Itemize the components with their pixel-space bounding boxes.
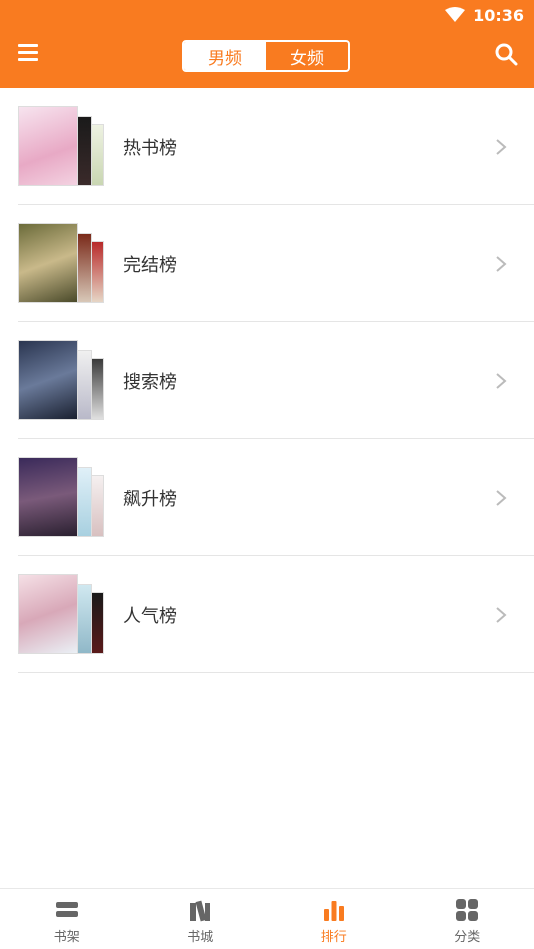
bookstore-icon	[190, 900, 211, 922]
book-covers	[18, 340, 108, 420]
book-cover	[90, 241, 104, 303]
ranking-label: 热书榜	[123, 138, 177, 159]
chevron-right-icon	[496, 256, 507, 272]
nav-tab-bookshelf[interactable]: 书架	[0, 889, 134, 949]
ranking-label: 搜索榜	[123, 372, 177, 393]
book-cover	[76, 116, 92, 186]
book-covers	[18, 457, 108, 537]
book-cover	[90, 358, 104, 420]
app-header: 10:36 男频 女频	[0, 0, 534, 88]
book-covers	[18, 574, 108, 654]
ranking-item-search[interactable]: 搜索榜	[18, 322, 534, 439]
chevron-right-icon	[496, 139, 507, 155]
nav-tab-category[interactable]: 分类	[401, 889, 534, 949]
category-icon	[456, 899, 479, 921]
ranking-item-rising[interactable]: 飙升榜	[18, 439, 534, 556]
book-cover	[90, 475, 104, 537]
ranking-icon	[323, 901, 344, 921]
wifi-icon	[445, 7, 466, 22]
book-cover	[76, 233, 92, 303]
status-bar: 10:36	[445, 4, 524, 26]
bookshelf-icon	[55, 902, 78, 917]
nav-tab-bookstore[interactable]: 书城	[134, 889, 268, 949]
book-cover	[18, 340, 78, 420]
ranking-list: 热书榜 完结榜 搜索榜 飙升榜 人气榜	[0, 88, 534, 673]
menu-icon[interactable]	[18, 44, 38, 62]
nav-tab-ranking[interactable]: 排行	[267, 889, 401, 949]
tab-male[interactable]: 男频	[184, 42, 266, 70]
book-cover	[18, 223, 78, 303]
chevron-right-icon	[496, 490, 507, 506]
status-time: 10:36	[473, 5, 524, 25]
ranking-item-popular[interactable]: 人气榜	[18, 556, 534, 673]
book-cover	[18, 106, 78, 186]
book-covers	[18, 223, 108, 303]
ranking-item-completed[interactable]: 完结榜	[18, 205, 534, 322]
ranking-label: 完结榜	[123, 255, 177, 276]
chevron-right-icon	[496, 607, 507, 623]
book-cover	[18, 457, 78, 537]
nav-label: 排行	[320, 930, 347, 945]
ranking-label: 人气榜	[123, 606, 177, 627]
book-cover	[76, 584, 92, 654]
book-cover	[76, 467, 92, 537]
book-cover	[18, 574, 78, 654]
book-covers	[18, 106, 108, 186]
gender-tab-switch: 男频 女频	[182, 40, 350, 72]
nav-label: 书城	[187, 930, 214, 945]
book-cover	[76, 350, 92, 420]
book-cover	[90, 592, 104, 654]
ranking-label: 飙升榜	[123, 489, 177, 510]
nav-label: 书架	[53, 930, 80, 945]
search-icon[interactable]	[494, 42, 518, 66]
nav-label: 分类	[454, 930, 481, 945]
tab-female[interactable]: 女频	[266, 42, 348, 70]
bottom-navigation: 书架 书城 排行 分类	[0, 888, 534, 949]
chevron-right-icon	[496, 373, 507, 389]
ranking-item-hot[interactable]: 热书榜	[18, 88, 534, 205]
book-cover	[90, 124, 104, 186]
